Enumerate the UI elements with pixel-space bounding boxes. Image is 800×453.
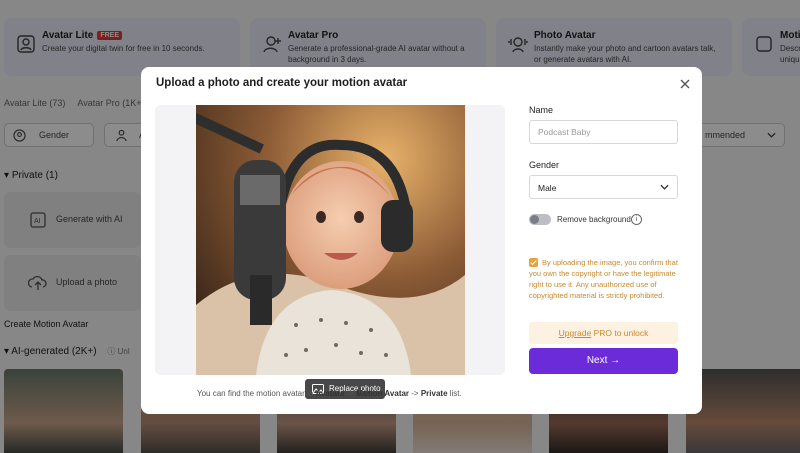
upgrade-pro-banner[interactable]: Upgrade PRO to unlock — [529, 322, 678, 344]
upgrade-link[interactable]: Upgrade — [559, 328, 592, 338]
name-label: Name — [529, 105, 554, 115]
info-icon[interactable]: i — [631, 214, 642, 225]
gender-label: Gender — [529, 160, 560, 170]
chevron-down-icon — [660, 184, 669, 190]
footer-note: You can find the motion avatar in Avatar… — [197, 389, 462, 398]
next-button[interactable]: Next → — [529, 348, 678, 374]
consent-checkbox[interactable] — [529, 258, 538, 267]
consent-block: By uploading the image, you confirm that… — [529, 257, 678, 311]
dialog-title: Upload a photo and create your motion av… — [156, 77, 408, 89]
consent-text: By uploading the image, you confirm that… — [529, 258, 678, 300]
photo-preview-area: Replace photo — [155, 105, 505, 399]
remove-background-label: Remove background — [557, 215, 631, 224]
name-input[interactable] — [529, 120, 678, 144]
gender-value: Male — [538, 183, 557, 193]
gender-select[interactable]: Male — [529, 175, 678, 199]
remove-background-toggle[interactable] — [529, 214, 551, 225]
upload-motion-avatar-dialog: Upload a photo and create your motion av… — [141, 67, 702, 414]
uploaded-photo — [196, 105, 465, 375]
close-icon[interactable] — [678, 77, 692, 91]
